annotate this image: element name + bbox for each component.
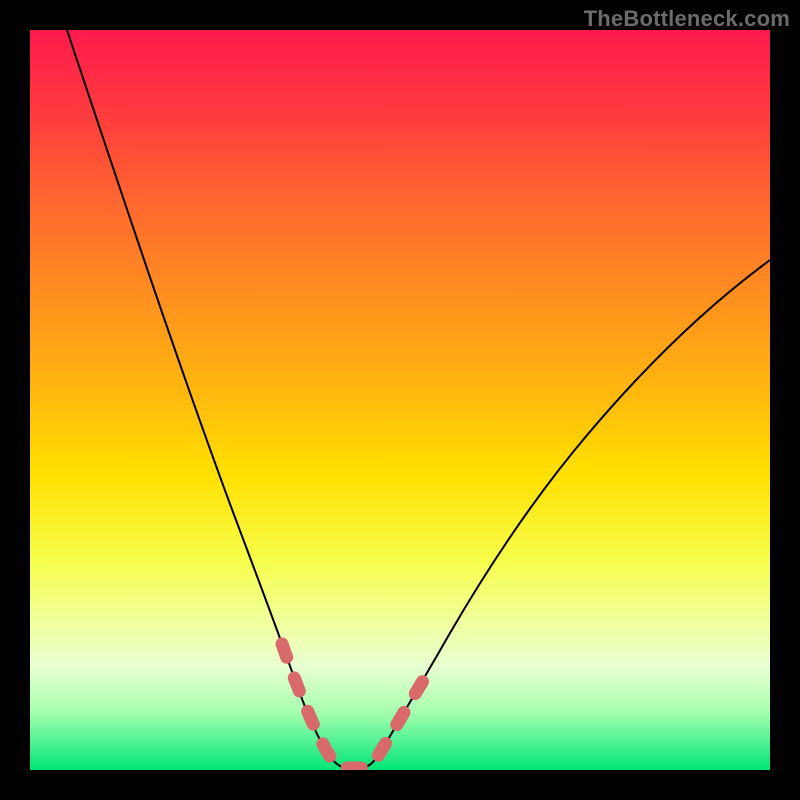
curve-layer	[30, 30, 770, 770]
watermark-text: TheBottleneck.com	[584, 6, 790, 32]
chart-root: TheBottleneck.com	[0, 0, 800, 800]
pink-dash-segment	[282, 644, 426, 768]
plot-area	[30, 30, 770, 770]
bottleneck-curve	[67, 30, 770, 768]
